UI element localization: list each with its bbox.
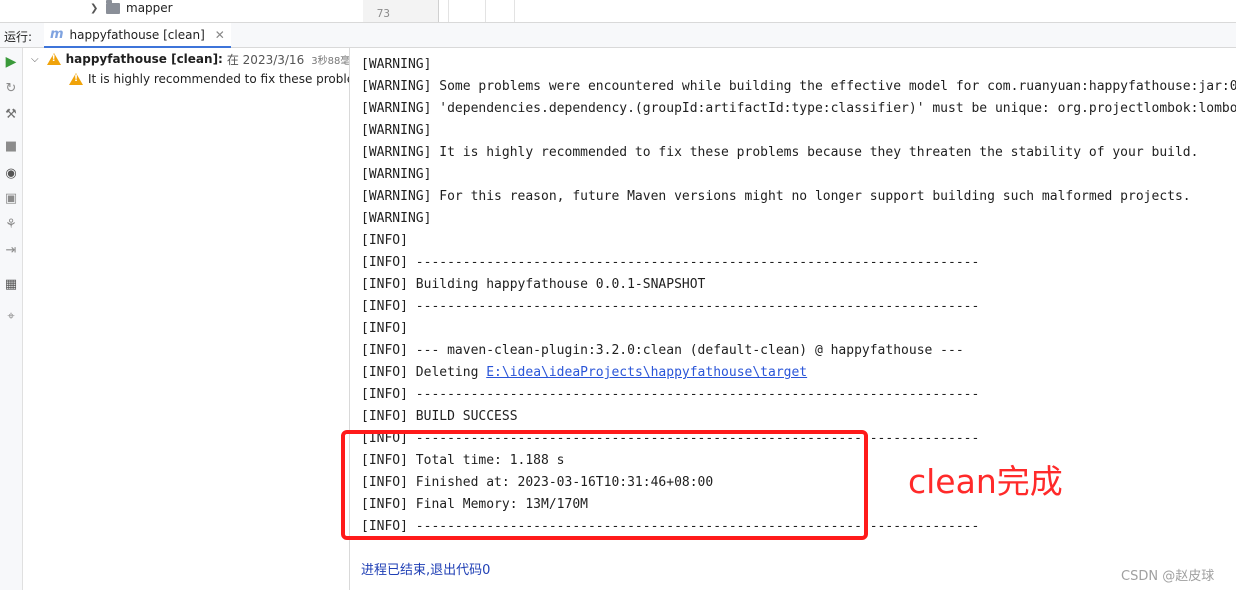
console-line: [INFO] --- maven-clean-plugin:3.2.0:clea…	[361, 343, 964, 358]
highlight-box	[341, 430, 868, 540]
tree-row-root[interactable]: ⌵ happyfathouse [clean]: 在 2023/3/16 3秒8…	[31, 50, 350, 68]
console-line: [INFO] ---------------------------------…	[361, 255, 980, 270]
console-line: [WARNING]	[361, 123, 432, 138]
rerun-failed-icon[interactable]: ↻	[3, 80, 19, 96]
maven-icon: m	[50, 27, 64, 42]
console-line: [INFO]	[361, 321, 408, 336]
wrench-icon[interactable]: ⚒	[3, 106, 19, 122]
exit-icon[interactable]: ⇥	[3, 242, 19, 258]
tab-run-configuration[interactable]: m happyfathouse [clean] ✕	[44, 23, 231, 48]
debug-icon[interactable]: ⚘	[3, 216, 19, 232]
tree-root-name: happyfathouse [clean]:	[65, 52, 223, 66]
editor-top-strip: ❯ mapper 73	[0, 0, 1236, 22]
chevron-right-icon[interactable]: ❯	[90, 3, 100, 14]
camera-icon[interactable]: ▣	[3, 190, 19, 206]
close-icon[interactable]: ✕	[215, 28, 225, 42]
watermark: CSDN @赵皮球	[1121, 569, 1215, 584]
console-line: [WARNING]	[361, 57, 432, 72]
build-tree-panel: ⌵ happyfathouse [clean]: 在 2023/3/16 3秒8…	[23, 48, 350, 590]
process-exit-message: 进程已结束,退出代码0	[361, 563, 491, 578]
console-line: [INFO] ---------------------------------…	[361, 387, 980, 402]
console-line: [WARNING] 'dependencies.dependency.(grou…	[361, 101, 1236, 116]
console-line: [WARNING]	[361, 167, 432, 182]
stop-icon[interactable]: ■	[3, 138, 19, 154]
console-line-prefix: [INFO] Deleting	[361, 365, 487, 380]
tree-row-child[interactable]: It is highly recommended to fix these pr…	[69, 70, 349, 88]
console-line: [INFO] ---------------------------------…	[361, 299, 980, 314]
run-tab-title: happyfathouse [clean]	[69, 27, 205, 42]
editor-gutter: 73	[363, 0, 439, 22]
console-line: [WARNING] For this reason, future Maven …	[361, 189, 1191, 204]
warning-icon	[69, 73, 83, 85]
console-line: [WARNING] It is highly recommended to fi…	[361, 145, 1199, 160]
tree-root-duration: 3秒88毫秒	[311, 55, 350, 67]
eye-icon[interactable]: ◉	[3, 165, 19, 181]
annotation-text: clean完成	[908, 462, 1063, 501]
editor-margin-line	[514, 0, 515, 22]
project-tree-item-mapper[interactable]: ❯ mapper	[90, 0, 173, 16]
console-line: [INFO] BUILD SUCCESS	[361, 409, 518, 424]
console-line: [WARNING] Some problems were encountered…	[361, 79, 1236, 94]
tree-child-text: It is highly recommended to fix these pr…	[88, 72, 349, 86]
console-line: [WARNING]	[361, 211, 432, 226]
delete-path-link[interactable]: E:\idea\ideaProjects\happyfathouse\targe…	[486, 365, 807, 380]
chevron-down-icon[interactable]: ⌵	[31, 54, 39, 65]
run-tool-window-header: 运行: m happyfathouse [clean] ✕	[0, 22, 1236, 48]
console-line: [INFO]	[361, 233, 408, 248]
editor-gutter-separator	[448, 0, 486, 22]
run-label: 运行:	[4, 30, 33, 44]
console-line-deleting: [INFO] Deleting E:\idea\ideaProjects\hap…	[361, 362, 807, 384]
console-line: [INFO] Building happyfathouse 0.0.1-SNAP…	[361, 277, 706, 292]
folder-icon	[106, 0, 120, 14]
tree-item-label: mapper	[126, 1, 173, 15]
pin-icon[interactable]: ⌖	[3, 308, 19, 324]
rerun-icon[interactable]: ▶	[3, 54, 19, 70]
layout-icon[interactable]: ▦	[3, 276, 19, 292]
line-number: 73	[376, 7, 390, 20]
warning-icon	[46, 53, 61, 65]
tree-root-time: 在 2023/3/16	[226, 52, 305, 67]
run-toolbar: ▶ ↻ ⚒ ■ ◉ ▣ ⚘ ⇥ ▦ ⌖	[0, 48, 23, 590]
